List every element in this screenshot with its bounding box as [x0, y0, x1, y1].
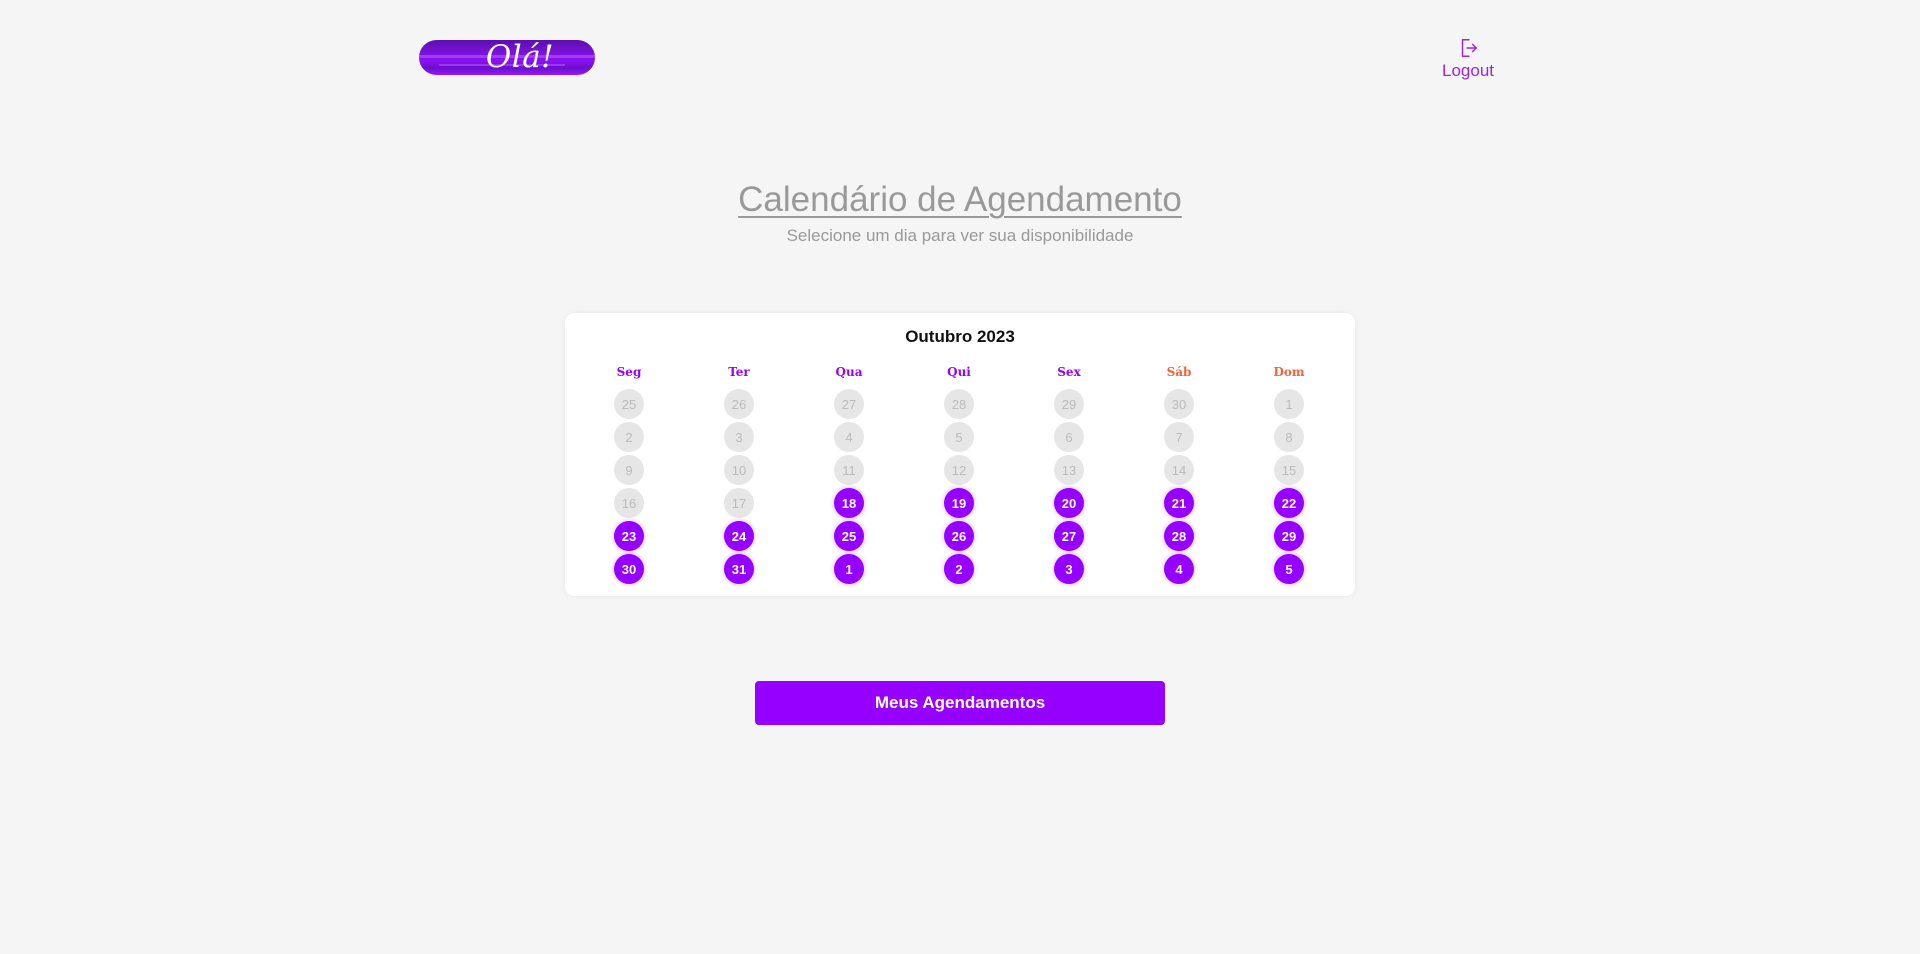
weekday-label: Qua	[835, 365, 863, 379]
calendar-day-available[interactable]: 20	[1054, 488, 1084, 518]
page-subtitle: Selecione um dia para ver sua disponibil…	[786, 226, 1134, 245]
calendar-day-unavailable: 8	[1274, 422, 1304, 452]
calendar-day-unavailable: 11	[834, 455, 864, 485]
calendar-day-unavailable: 1	[1274, 389, 1304, 419]
calendar-day-unavailable: 30	[1164, 389, 1194, 419]
calendar-day-unavailable: 16	[614, 488, 644, 518]
calendar-day-available[interactable]: 22	[1274, 488, 1304, 518]
calendar-day-unavailable: 25	[614, 389, 644, 419]
calendar-day-available[interactable]: 27	[1054, 521, 1084, 551]
calendar-day-unavailable: 17	[724, 488, 754, 518]
calendar-day-available[interactable]: 1	[834, 554, 864, 584]
calendar-month-label: Outubro 2023	[905, 327, 1015, 346]
logout-label: Logout	[1442, 61, 1494, 80]
weekday-label: Ter	[728, 365, 750, 379]
weekday-label: Dom	[1273, 365, 1305, 379]
calendar-day-available[interactable]: 28	[1164, 521, 1194, 551]
logo-text: Olá!	[485, 40, 555, 75]
calendar-day-unavailable: 2	[614, 422, 644, 452]
calendar-day-available[interactable]: 21	[1164, 488, 1194, 518]
calendar-day-available[interactable]: 30	[614, 554, 644, 584]
my-appointments-button[interactable]: Meus Agendamentos	[755, 681, 1165, 725]
calendar-day-unavailable: 15	[1274, 455, 1304, 485]
weekday-label: Seg	[616, 365, 642, 379]
calendar-day-unavailable: 29	[1054, 389, 1084, 419]
calendar-day-unavailable: 26	[724, 389, 754, 419]
calendar-day-available[interactable]: 4	[1164, 554, 1194, 584]
calendar-day-unavailable: 27	[834, 389, 864, 419]
weekday-label: Sáb	[1166, 365, 1192, 379]
calendar-card: Outubro 2023 Seg Ter Qua Qui Sex Sáb Dom 25 26 2…	[565, 313, 1355, 596]
page-title: Calendário de Agendamento	[738, 180, 1182, 219]
brand-logo: Olá!	[419, 40, 595, 75]
weekday-label: Sex	[1057, 365, 1081, 379]
calendar-day-unavailable: 6	[1054, 422, 1084, 452]
calendar-day-available[interactable]: 2	[944, 554, 974, 584]
calendar-day-unavailable: 4	[834, 422, 864, 452]
calendar-day-available[interactable]: 3	[1054, 554, 1084, 584]
calendar-day-unavailable: 28	[944, 389, 974, 419]
calendar-day-unavailable: 9	[614, 455, 644, 485]
weekday-label: Qui	[947, 365, 971, 379]
calendar-day-available[interactable]: 24	[724, 521, 754, 551]
calendar-day-unavailable: 12	[944, 455, 974, 485]
calendar-weekdays: Seg Ter Qua Qui Sex Sáb Dom	[565, 365, 1355, 381]
calendar-day-unavailable: 3	[724, 422, 754, 452]
calendar-day-available[interactable]: 23	[614, 521, 644, 551]
calendar-day-unavailable: 10	[724, 455, 754, 485]
logout-button[interactable]: Logout	[1428, 36, 1508, 81]
calendar-day-available[interactable]: 18	[834, 488, 864, 518]
calendar-day-available[interactable]: 29	[1274, 521, 1304, 551]
calendar-day-available[interactable]: 25	[834, 521, 864, 551]
calendar-day-available[interactable]: 19	[944, 488, 974, 518]
calendar-day-available[interactable]: 31	[724, 554, 754, 584]
calendar-day-available[interactable]: 26	[944, 521, 974, 551]
calendar-day-available[interactable]: 5	[1274, 554, 1304, 584]
calendar-day-unavailable: 13	[1054, 455, 1084, 485]
calendar-day-unavailable: 14	[1164, 455, 1194, 485]
calendar-day-unavailable: 7	[1164, 422, 1194, 452]
logout-icon	[1461, 39, 1477, 57]
calendar-day-unavailable: 5	[944, 422, 974, 452]
